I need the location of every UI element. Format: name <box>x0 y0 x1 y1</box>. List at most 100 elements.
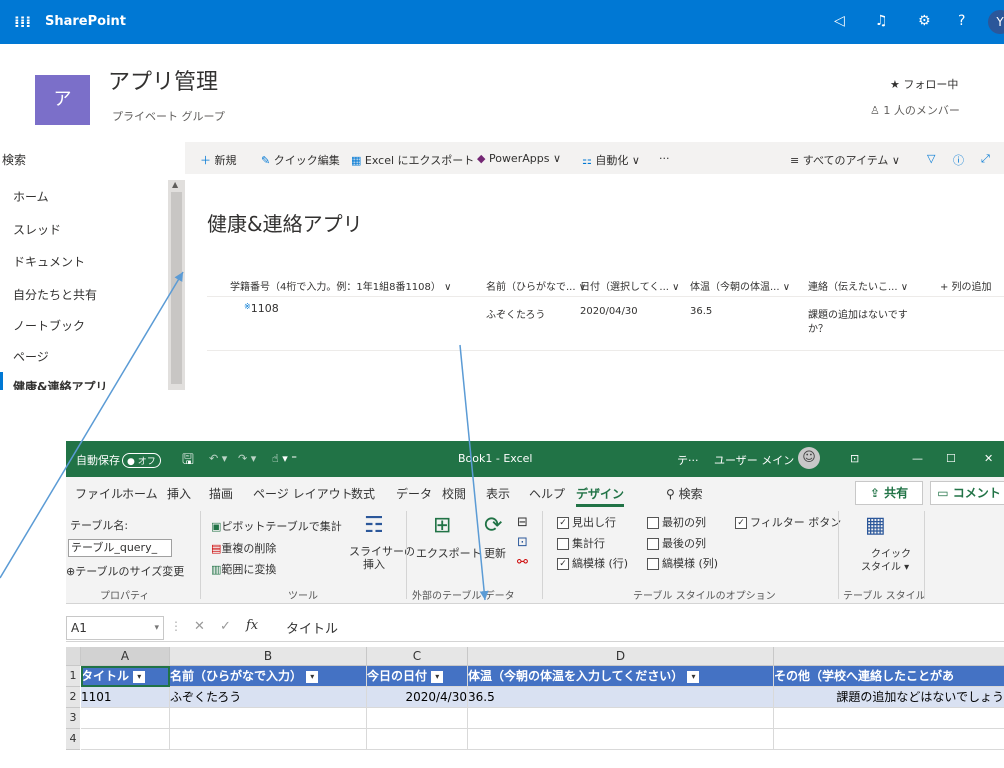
row-header-2[interactable]: 2 <box>66 687 80 708</box>
select-all-corner[interactable] <box>66 647 81 666</box>
save-icon[interactable]: 🖫 <box>182 449 194 473</box>
pivot-button[interactable]: ▣ピボットテーブルで集計 <box>211 518 342 534</box>
members-link[interactable]: ♙ 1 人のメンバー <box>870 102 960 118</box>
cell-c4[interactable] <box>367 729 468 750</box>
maximize-icon[interactable]: ☐ <box>946 452 956 465</box>
cell-d3[interactable] <box>468 708 774 729</box>
quick-edit-button[interactable]: ✎ クイック編集 <box>261 152 340 168</box>
option-filter-button[interactable]: ✓ フィルター ボタン <box>735 514 841 530</box>
nav-item-documents[interactable]: ドキュメント <box>13 253 85 270</box>
tab-formulas[interactable]: 数式 <box>351 485 375 502</box>
expand-icon[interactable]: ⤢ <box>981 152 990 166</box>
quick-style-icon[interactable]: ▦ <box>865 513 886 538</box>
column-header-contact[interactable]: 連絡（伝えたいこ... ∨ <box>808 278 908 293</box>
cell-c2[interactable]: 2020/4/30 <box>367 687 468 708</box>
function-icon[interactable]: fx <box>246 618 258 633</box>
autosave-toggle[interactable]: 自動保存 ● オフ <box>76 452 161 468</box>
nav-item-health-app[interactable]: 健康&連絡アプリ <box>13 378 107 390</box>
app-launcher-icon[interactable]: ⁞⁞⁞ <box>14 13 31 31</box>
tab-design[interactable]: デザイン <box>576 485 625 507</box>
powerapps-button[interactable]: ◆ PowerApps ∨ <box>477 152 561 165</box>
column-header-date[interactable]: 日付（選択してく... ∨ <box>580 278 679 293</box>
column-header-a[interactable]: A <box>81 647 170 666</box>
automate-button[interactable]: ⚏ 自動化 ∨ <box>582 152 640 168</box>
tab-insert[interactable]: 挿入 <box>167 485 191 502</box>
column-header-e[interactable] <box>774 647 1004 666</box>
cell-a3[interactable] <box>81 708 170 729</box>
follow-button[interactable]: ★ フォロー中 <box>890 76 958 92</box>
view-selector[interactable]: ≡ すべてのアイテム ∨ <box>790 152 900 168</box>
table-name-input[interactable]: テーブル_query_ <box>68 539 172 557</box>
filter-dropdown-icon[interactable]: ▾ <box>687 670 700 683</box>
filter-dropdown-icon[interactable]: ▾ <box>431 670 444 683</box>
cell-a2[interactable]: 1101 <box>81 687 170 708</box>
enter-icon[interactable]: ✓ <box>220 619 231 634</box>
nav-scrollbar[interactable]: ▲ <box>168 180 185 390</box>
column-header-c[interactable]: C <box>367 647 468 666</box>
cell-e4[interactable] <box>774 729 1004 750</box>
sharepoint-brand[interactable]: SharePoint <box>45 14 126 29</box>
autosave-switch[interactable]: ● オフ <box>122 453 161 468</box>
cell-d4[interactable] <box>468 729 774 750</box>
row-id[interactable]: ※1108 <box>244 302 279 315</box>
cell-a4[interactable] <box>81 729 170 750</box>
column-header-temp[interactable]: 体温（今朝の体温... ∨ <box>690 278 790 293</box>
resize-table-button[interactable]: ⊕テーブルのサイズ変更 <box>66 563 184 579</box>
nav-item-pages[interactable]: ページ <box>13 348 49 365</box>
row-header-3[interactable]: 3 <box>66 708 80 729</box>
chevron-down-icon[interactable]: ▾ <box>154 617 159 639</box>
option-last-column[interactable]: 最後の列 <box>647 535 706 551</box>
row-header-1[interactable]: 1 <box>66 666 80 687</box>
site-logo[interactable]: ア <box>35 75 90 125</box>
search-tab[interactable]: ⚲ 検索 <box>666 485 703 502</box>
cell-b4[interactable] <box>170 729 367 750</box>
tab-view[interactable]: 表示 <box>486 485 510 502</box>
user-avatar[interactable]: Y <box>988 10 1004 34</box>
ribbon-display-icon[interactable]: ⊡ <box>850 452 859 465</box>
scroll-up-icon[interactable]: ▲ <box>172 180 178 189</box>
export-excel-button[interactable]: ▦ Excel にエクスポート <box>351 152 474 168</box>
column-header-name[interactable]: 名前（ひらがなで... ∨ <box>486 278 586 293</box>
export-button[interactable]: エクスポート <box>416 545 482 561</box>
undo-icon[interactable]: ↶ ▾ <box>209 452 227 465</box>
nav-item-home[interactable]: ホーム <box>13 188 49 205</box>
close-icon[interactable]: ✕ <box>984 452 993 465</box>
gear-icon[interactable]: ⚙ <box>918 13 931 29</box>
new-button[interactable]: ＋ 新規 <box>200 152 237 168</box>
quick-style-button-line2[interactable]: スタイル ▾ <box>861 558 909 573</box>
cell-d2[interactable]: 36.5 <box>468 687 774 708</box>
tab-review[interactable]: 校閲 <box>442 485 466 502</box>
minimize-icon[interactable]: — <box>912 452 923 465</box>
info-icon[interactable]: ⓘ <box>953 152 964 168</box>
refresh-button[interactable]: 更新 <box>484 545 506 561</box>
option-header-row[interactable]: ✓ 見出し行 <box>557 514 616 530</box>
search-box[interactable]: 検索 <box>0 142 180 172</box>
option-banded-rows[interactable]: ✓ 縞模様 (行) <box>557 555 628 571</box>
option-total-row[interactable]: 集計行 <box>557 535 605 551</box>
tab-data[interactable]: データ <box>396 485 432 502</box>
nav-item-threads[interactable]: スレッド <box>13 221 61 238</box>
tab-page-layout[interactable]: ページ レイアウト <box>253 485 353 502</box>
column-header-b[interactable]: B <box>170 647 367 666</box>
tab-help[interactable]: ヘルプ <box>529 485 565 502</box>
tab-draw[interactable]: 描画 <box>209 485 233 502</box>
convert-range-button[interactable]: ▥範囲に変換 <box>211 561 276 577</box>
open-browser-icon[interactable]: ⊡ <box>517 535 528 550</box>
tab-file[interactable]: ファイル <box>75 485 123 502</box>
share-button[interactable]: ⇪ 共有 <box>855 481 923 505</box>
cell-a1[interactable]: タイトル ▾ <box>81 666 170 687</box>
more-button[interactable]: ··· <box>659 152 670 165</box>
cell-b3[interactable] <box>170 708 367 729</box>
bell-icon[interactable]: ♫ <box>875 13 888 29</box>
comment-button[interactable]: ▭ コメント <box>930 481 1004 505</box>
cancel-icon[interactable]: ✕ <box>194 619 205 634</box>
megaphone-icon[interactable]: ◁ <box>834 13 845 29</box>
tell-me-box[interactable]: テ··· <box>677 452 699 468</box>
help-icon[interactable]: ? <box>958 13 965 29</box>
cell-e3[interactable] <box>774 708 1004 729</box>
nav-scroll-thumb[interactable] <box>171 192 182 384</box>
cell-e1[interactable]: その他（学校へ連絡したことがあ <box>774 666 1004 687</box>
cell-e2[interactable]: 課題の追加などはないでしょう <box>774 687 1004 708</box>
user-name[interactable]: ユーザー メイン <box>714 452 794 468</box>
column-header-id[interactable]: 学籍番号（4桁で入力。例：1年1組8番1108） ∨ <box>230 278 451 293</box>
